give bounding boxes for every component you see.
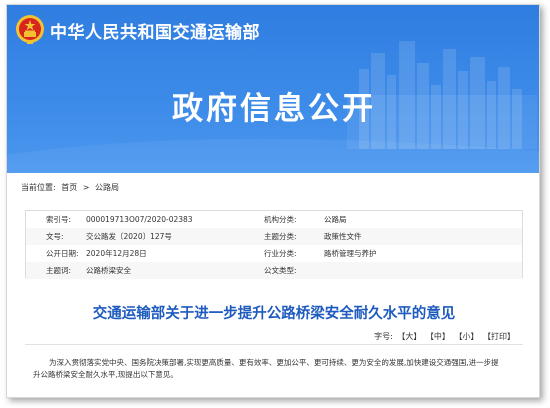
- publish-date-label: 公开日期:: [46, 249, 79, 258]
- font-size-small-link[interactable]: 【小】: [454, 332, 478, 341]
- topic-category-label: 主题分类:: [264, 232, 297, 241]
- document-info-table: 索引号: 000019713O07/2020-02383 机构分类: 公路局 文…: [25, 210, 523, 279]
- index-number-value: 000019713O07/2020-02383: [86, 215, 193, 224]
- breadcrumb-home[interactable]: 首页: [61, 183, 77, 192]
- header-banner: 中华人民共和国交通运输部 政府信息公开: [7, 5, 539, 173]
- info-row: 索引号: 000019713O07/2020-02383 机构分类: 公路局: [26, 211, 522, 228]
- agency-category-label: 机构分类:: [264, 215, 297, 224]
- agency-category-value: 公路局: [324, 215, 347, 224]
- print-link[interactable]: 【打印】: [483, 332, 515, 341]
- national-emblem-icon[interactable]: [15, 13, 45, 45]
- article-body: 为深入贯彻落实党中央、国务院决策部署,实现更高质量、更有效率、更加公平、更可持续…: [33, 357, 513, 381]
- font-size-large-link[interactable]: 【大】: [397, 332, 421, 341]
- info-row: 主题词: 公路桥梁安全 公文类型:: [26, 262, 522, 279]
- info-row: 文号: 交公路发〔2020〕127号 主题分类: 政策性文件: [26, 228, 522, 245]
- keywords-value: 公路桥梁安全: [86, 266, 131, 275]
- document-title: 交通运输部关于进一步提升公路桥梁安全耐久水平的意见: [92, 306, 456, 322]
- font-size-controls: 字号: 【大】 【中】 【小】 【打印】: [372, 331, 515, 342]
- page-frame: 中华人民共和国交通运输部 政府信息公开 当前位置: 首页 > 公路局 索引号: …: [6, 4, 540, 398]
- body-text: 升公路桥梁安全耐久水平,现提出以下意见。: [33, 370, 178, 379]
- document-type-label: 公文类型:: [264, 266, 297, 275]
- breadcrumb-current[interactable]: 公路局: [95, 183, 119, 192]
- breadcrumb-label: 当前位置:: [21, 183, 56, 192]
- ministry-name[interactable]: 中华人民共和国交通运输部: [50, 18, 260, 43]
- index-number-label: 索引号:: [46, 215, 72, 224]
- document-number-label: 文号:: [46, 232, 64, 241]
- banner-title: 政府信息公开: [172, 91, 376, 127]
- body-text: 为深入贯彻落实党中央、国务院决策部署,实现更高质量、更有效率、更加公平、更可持续…: [49, 358, 499, 367]
- document-number-value: 交公路发〔2020〕127号: [86, 232, 172, 241]
- keywords-label: 主题词:: [46, 266, 72, 275]
- topic-category-value: 政策性文件: [324, 232, 362, 241]
- breadcrumb-separator: >: [82, 183, 90, 192]
- font-size-medium-link[interactable]: 【中】: [426, 332, 450, 341]
- info-row: 公开日期: 2020年12月28日 行业分类: 路桥管理与养护: [26, 245, 522, 262]
- divider: [25, 344, 523, 345]
- industry-category-label: 行业分类:: [264, 249, 297, 258]
- publish-date-value: 2020年12月28日: [86, 249, 147, 258]
- font-size-label: 字号:: [374, 332, 393, 341]
- breadcrumb: 当前位置: 首页 > 公路局: [21, 182, 122, 193]
- industry-category-value: 路桥管理与养护: [324, 249, 377, 258]
